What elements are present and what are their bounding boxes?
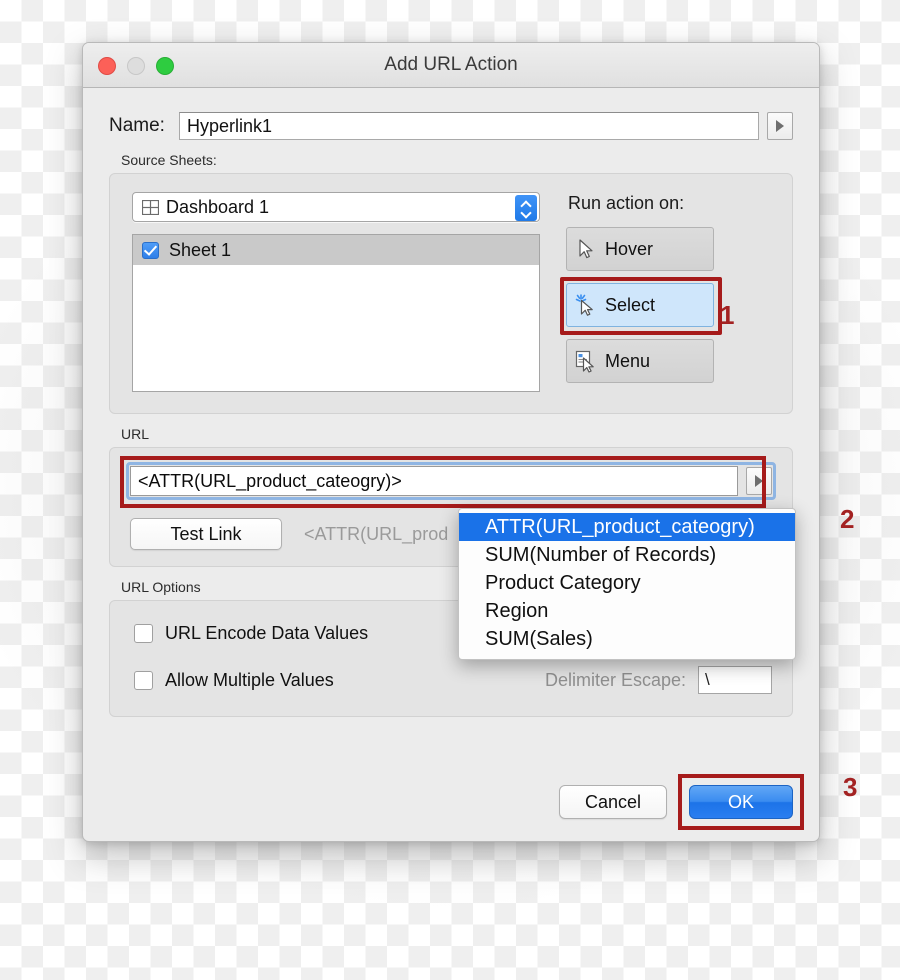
zoom-button[interactable]	[156, 57, 174, 75]
run-action-menu-label: Menu	[605, 350, 651, 371]
run-action-hover-button[interactable]: Hover	[566, 227, 714, 271]
cancel-button[interactable]: Cancel	[559, 785, 667, 819]
add-url-action-dialog: Add URL Action Name: Hyperlink1 Source S…	[82, 42, 820, 842]
url-preview-text: <ATTR(URL_prod	[304, 523, 449, 544]
menu-item[interactable]: ATTR(URL_product_cateogry)	[459, 513, 795, 541]
dashboard-stepper[interactable]	[515, 195, 537, 221]
run-action-label: Run action on:	[568, 193, 685, 213]
allow-multiple-row: Allow Multiple Values Delimiter Escape: …	[134, 666, 772, 694]
url-label: URL	[121, 426, 150, 442]
window-title: Add URL Action	[384, 54, 518, 75]
url-field-dropdown-menu[interactable]: ATTR(URL_product_cateogry) SUM(Number of…	[458, 508, 796, 660]
annotation-1: 1	[720, 300, 735, 330]
source-sheets-group: Dashboard 1 Sheet 1 Run action on: Hover…	[109, 173, 793, 414]
name-row: Name: Hyperlink1	[109, 112, 793, 140]
url-field-row: <ATTR(URL_product_cateogry)>	[120, 456, 776, 508]
run-action-panel: Run action on: Hover Select Menu	[560, 192, 772, 395]
run-action-select-label: Select	[605, 294, 656, 315]
delimiter-escape-label: Delimiter Escape:	[544, 669, 686, 690]
close-button[interactable]	[98, 57, 116, 75]
ok-button[interactable]: OK	[689, 785, 793, 819]
run-action-hover-label: Hover	[605, 238, 654, 259]
sheet-list[interactable]: Sheet 1	[132, 234, 540, 392]
run-action-menu-button[interactable]: Menu	[566, 339, 714, 383]
url-input[interactable]: <ATTR(URL_product_cateogry)>	[130, 466, 738, 496]
cursor-arrow-icon	[567, 238, 605, 260]
url-menu-button[interactable]	[746, 467, 772, 495]
triangle-right-icon	[776, 120, 784, 132]
delimiter-escape-input[interactable]: \	[698, 666, 772, 694]
menu-item[interactable]: Region	[459, 597, 795, 625]
name-menu-button[interactable]	[767, 112, 793, 140]
run-action-select-button[interactable]: Select	[560, 277, 722, 335]
menu-item[interactable]: SUM(Sales)	[459, 625, 795, 653]
cursor-sparkle-icon	[567, 293, 605, 317]
dashboard-grid-icon	[142, 199, 159, 215]
name-label: Name:	[109, 115, 165, 136]
url-encode-checkbox[interactable]	[134, 624, 153, 643]
name-input[interactable]: Hyperlink1	[178, 112, 759, 140]
menu-item[interactable]: Product Category	[459, 569, 795, 597]
test-link-button[interactable]: Test Link	[130, 518, 282, 550]
ok-button-wrap: OK	[678, 774, 804, 830]
source-sheets-left: Dashboard 1 Sheet 1	[132, 192, 540, 395]
annotation-3: 3	[843, 772, 858, 802]
annotation-2: 2	[840, 504, 855, 534]
sheet-label: Sheet 1	[169, 239, 232, 260]
cursor-menu-panel-icon	[567, 349, 605, 373]
dialog-footer: Cancel OK	[559, 774, 804, 830]
minimize-button[interactable]	[127, 57, 145, 75]
menu-item[interactable]: SUM(Number of Records)	[459, 541, 795, 569]
source-sheets-label: Source Sheets:	[121, 152, 217, 168]
sheet-checkbox[interactable]	[142, 241, 159, 259]
window-titlebar: Add URL Action	[83, 43, 819, 88]
triangle-right-icon	[755, 475, 763, 487]
check-icon	[143, 242, 158, 256]
url-encode-label: URL Encode Data Values	[165, 623, 369, 643]
chevron-down-icon	[522, 210, 531, 215]
allow-multiple-label: Allow Multiple Values	[165, 669, 334, 690]
allow-multiple-checkbox[interactable]	[134, 670, 153, 690]
dashboard-select[interactable]: Dashboard 1	[132, 192, 540, 222]
dashboard-select-value: Dashboard 1	[166, 196, 270, 217]
chevron-up-icon	[522, 202, 531, 207]
list-item[interactable]: Sheet 1	[133, 235, 539, 265]
